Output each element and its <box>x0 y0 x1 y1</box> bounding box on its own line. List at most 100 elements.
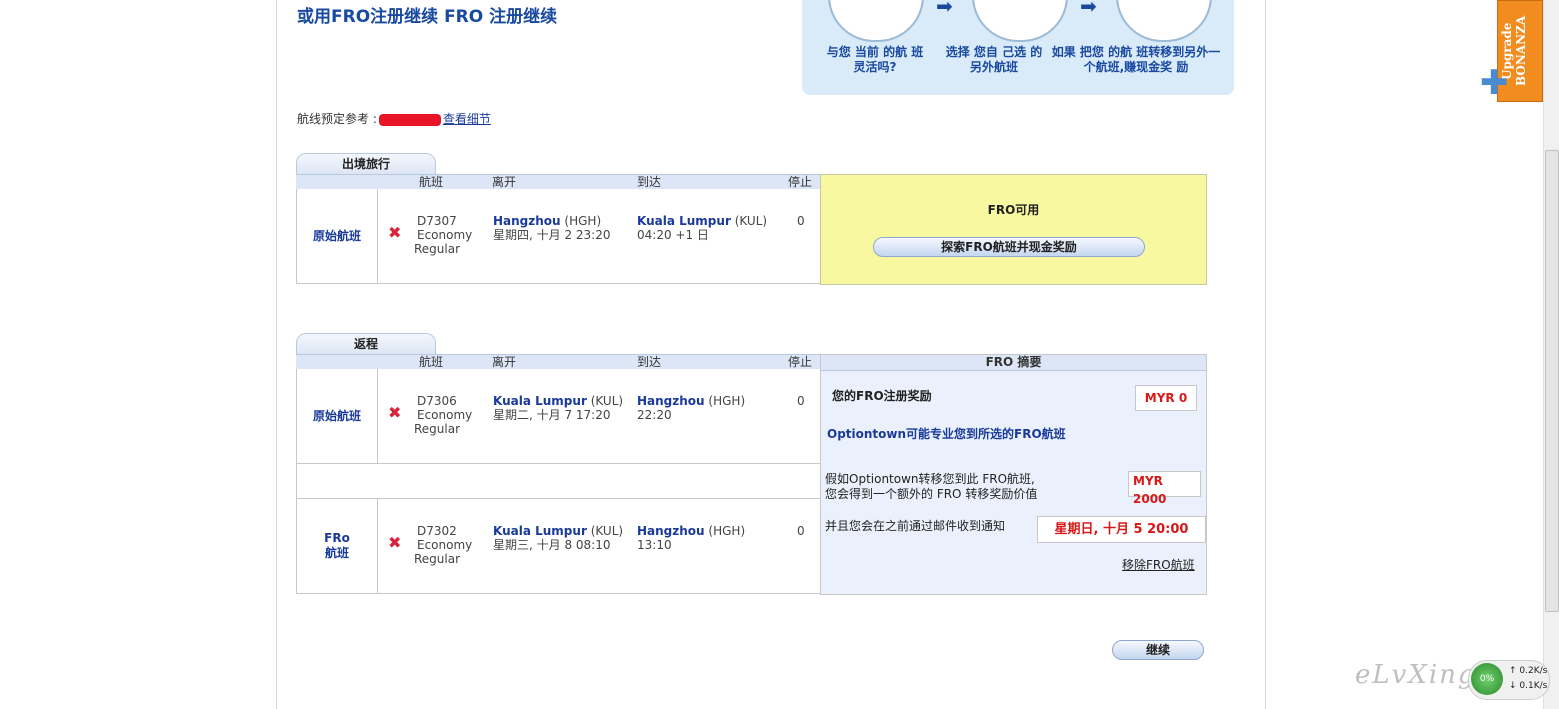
airasia-logo-icon: ✖ <box>388 403 402 422</box>
cabin-class: Economy <box>417 538 473 552</box>
departure-code: (KUL) <box>590 394 624 408</box>
notify-date: 星期日, 十月 5 20:00 <box>1037 516 1206 543</box>
network-speed-widget[interactable]: 0% ↑ 0.2K/s ↓ 0.1K/s <box>1468 660 1550 700</box>
departure-time: 星期二, 十月 7 17:20 <box>493 408 611 422</box>
arrival-info: Hangzhou (HGH) 13:10 <box>637 524 745 552</box>
continue-button[interactable]: 继续 <box>1112 640 1204 660</box>
cabin-class: Economy <box>417 408 473 422</box>
arrow-right-icon: ➡ <box>936 0 953 18</box>
stops-count: 0 <box>797 394 805 408</box>
airasia-logo-icon: ✖ <box>388 223 402 242</box>
row-label: 原始航班 <box>297 369 378 463</box>
flight-number: D7302 <box>417 524 457 538</box>
col-arrive: 到达 <box>637 175 662 189</box>
reward-value: MYR 0 <box>1135 385 1197 411</box>
arrival-code: (HGH) <box>708 524 746 538</box>
watermark-text: eLvXing <box>1355 660 1477 690</box>
arrival-info: Kuala Lumpur (KUL) 04:20 +1 日 <box>637 214 767 242</box>
departure-time: 星期三, 十月 8 08:10 <box>493 538 611 552</box>
step-2-text: 选择 您自 己选 的另外航班 <box>945 45 1043 74</box>
fro-label: FRo <box>324 531 350 545</box>
step-2-image: ✈ ✈ <box>972 0 1068 42</box>
reward-label: 您的FRO注册奖励 <box>832 389 932 403</box>
flight-label: 航班 <box>324 546 349 560</box>
step-1-image: ✈ <box>828 0 924 42</box>
return-fro-row: FRo 航班 ✖ D7302 Economy Regular Kuala Lump… <box>296 498 821 594</box>
booking-ref-label: 航线预定参考 : <box>297 112 377 126</box>
departure-time: 星期四, 十月 2 23:20 <box>493 228 611 242</box>
col-depart: 离开 <box>492 175 517 189</box>
departure-info: Kuala Lumpur (KUL) 星期二, 十月 7 17:20 <box>493 394 623 422</box>
fare-type: Regular <box>414 552 461 566</box>
specialist-text: Optiontown可能专业您到所选的FRO航班 <box>827 427 1066 441</box>
remove-fro-link[interactable]: 移除FRO航班 <box>1122 558 1195 573</box>
fro-available-panel: FRO可用 探索FRO航班并现金奖励 <box>820 174 1207 285</box>
col-stops: 停止 <box>788 175 813 189</box>
arrival-code: (HGH) <box>708 394 746 408</box>
fare-type: Regular <box>414 242 461 256</box>
explore-fro-button[interactable]: 探索FRO航班并现金奖励 <box>873 237 1145 257</box>
departure-info: Hangzhou (HGH) 星期四, 十月 2 23:20 <box>493 214 610 242</box>
upload-speed: ↑ 0.2K/s <box>1509 666 1548 676</box>
row-spacer <box>296 464 821 498</box>
return-original-row: 原始航班 ✖ D7306 Economy Regular Kuala Lumpu… <box>296 369 821 464</box>
plus-icon: ✚ <box>1480 63 1509 103</box>
network-usage-icon: 0% <box>1471 663 1503 695</box>
flight-number: D7306 <box>417 394 457 408</box>
download-speed: ↓ 0.1K/s <box>1509 681 1548 691</box>
tab-return[interactable]: 返程 <box>296 333 436 354</box>
outbound-original-row: 原始航班 ✖ D7307 Economy Regular Hangzhou (H… <box>296 189 821 284</box>
return-column-header: 航班 离开 到达 停止 <box>296 354 820 369</box>
notify-text: 并且您会在之前通过邮件收到通知 <box>825 519 1006 533</box>
arrival-time: 04:20 +1 日 <box>637 228 709 242</box>
col-flight: 航班 <box>419 355 444 369</box>
departure-city: Kuala Lumpur <box>493 394 587 408</box>
page-title: 或用FRO注册继续 FRO 注册继续 <box>297 7 558 27</box>
stops-count: 0 <box>797 524 805 538</box>
download-speed-value: 0.1K/s <box>1519 681 1548 691</box>
fare-type: Regular <box>414 422 461 436</box>
step-3-image: $$$ <box>1116 0 1212 42</box>
step-1-text: 与您 当前 的航 班 灵活吗? <box>826 45 924 74</box>
col-depart: 离开 <box>492 355 517 369</box>
departure-code: (HGH) <box>564 214 602 228</box>
fro-summary-header: FRO 摘要 <box>821 355 1206 371</box>
upload-speed-value: 0.2K/s <box>1519 666 1548 676</box>
arrival-info: Hangzhou (HGH) 22:20 <box>637 394 745 422</box>
col-arrive: 到达 <box>637 355 662 369</box>
col-stops: 停止 <box>788 355 813 369</box>
booking-reference: 航线预定参考 : 查看细节 <box>297 110 491 127</box>
col-flight: 航班 <box>419 175 444 189</box>
departure-info: Kuala Lumpur (KUL) 星期三, 十月 8 08:10 <box>493 524 623 552</box>
transfer-text-2: 您会得到一个额外的 FRO 转移奖励价值 <box>825 487 1038 501</box>
arrival-city: Kuala Lumpur <box>637 214 731 228</box>
row-label: 原始航班 <box>297 189 378 283</box>
transfer-value: MYR 2000 <box>1128 471 1201 506</box>
departure-city: Hangzhou <box>493 214 561 228</box>
bonanza-line-2: BONANZA <box>1514 15 1528 87</box>
fro-available-text: FRO可用 <box>987 203 1040 217</box>
fro-steps-banner: ✈ ➡ ✈ ✈ ➡ $$$ 与您 当前 的航 班 灵活吗? 选择 您自 己选 的… <box>802 0 1234 95</box>
departure-code: (KUL) <box>590 524 624 538</box>
arrival-city: Hangzhou <box>637 524 705 538</box>
arrow-right-icon: ➡ <box>1080 0 1097 18</box>
redacted-reference <box>378 113 441 126</box>
transfer-text-1: 假如Optiontown转移您到此 FRO航班, <box>825 472 1035 486</box>
departure-city: Kuala Lumpur <box>493 524 587 538</box>
flight-info: D7306 Economy Regular <box>414 394 473 436</box>
arrival-time: 22:20 <box>637 408 672 422</box>
flight-info: D7307 Economy Regular <box>414 214 473 256</box>
flight-info: D7302 Economy Regular <box>414 524 473 566</box>
cabin-class: Economy <box>417 228 473 242</box>
arrival-time: 13:10 <box>637 538 672 552</box>
fro-summary-panel: FRO 摘要 您的FRO注册奖励 MYR 0 Optiontown可能专业您到所… <box>820 354 1207 595</box>
arrival-city: Hangzhou <box>637 394 705 408</box>
airasia-logo-icon: ✖ <box>388 533 402 552</box>
tab-outbound[interactable]: 出境旅行 <box>296 153 436 174</box>
scrollbar-thumb[interactable] <box>1545 150 1559 612</box>
view-details-link[interactable]: 查看细节 <box>443 112 491 126</box>
step-3-text: 如果 把您 的航 班转移到另外一 个航班,赚现金奖 励 <box>1051 45 1221 74</box>
outbound-column-header: 航班 离开 到达 停止 <box>296 174 820 189</box>
row-label: FRo 航班 <box>297 499 378 593</box>
arrival-code: (KUL) <box>734 214 768 228</box>
